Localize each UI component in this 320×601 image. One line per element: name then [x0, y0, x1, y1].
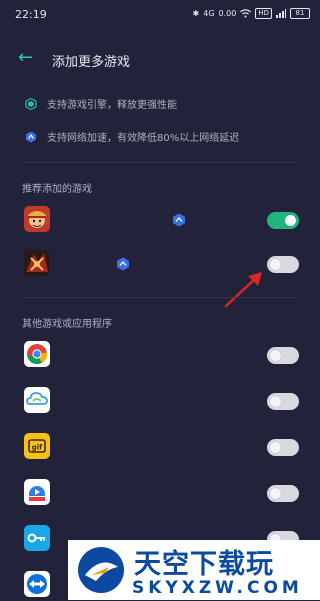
accelerate-icon: [25, 131, 37, 143]
section-recommended-title: 推荐添加的游戏: [22, 184, 92, 195]
hd-badge: HD: [255, 8, 272, 19]
engine-icon: [25, 97, 37, 110]
app-toggle[interactable]: [267, 347, 299, 364]
battery-icon: 81: [290, 8, 310, 19]
warrior-game-icon: [24, 250, 50, 276]
toggle-knob: [270, 442, 281, 453]
accelerate-badge-icon: [117, 257, 129, 271]
signal-icon: [276, 9, 286, 18]
bluetooth-icon: ✱: [192, 9, 200, 18]
toggle-knob: [270, 396, 281, 407]
app-toggle[interactable]: [267, 439, 299, 456]
status-icons: ✱ 4G 0.00 HD 81: [193, 8, 310, 19]
back-arrow-icon[interactable]: ←: [18, 48, 33, 68]
onepiece-game-icon: [24, 206, 50, 232]
site-watermark: 天空下载玩 SKYXZW.COM: [68, 540, 320, 600]
feature-engine: 支持游戏引擎，释放更强性能: [25, 96, 177, 111]
gif-app-icon: gif: [24, 433, 50, 459]
key-app-icon: [24, 525, 50, 551]
list-item-recommended[interactable]: [0, 202, 320, 236]
chrome-icon: [24, 341, 50, 367]
teamviewer-icon: [24, 571, 50, 597]
list-item-app[interactable]: [0, 475, 320, 509]
header: ← 添加更多游戏: [0, 46, 320, 72]
video-app-icon: [24, 479, 50, 505]
toggle-knob: [270, 350, 281, 361]
feature-text: 支持网络加速，有效降低80%以上网络延迟: [47, 133, 240, 144]
wifi-icon: [240, 9, 252, 18]
divider: [22, 162, 298, 163]
section-others-title: 其他游戏或应用程序: [22, 319, 112, 330]
feature-text: 支持游戏引擎，释放更强性能: [47, 100, 177, 111]
app-toggle[interactable]: [267, 256, 299, 273]
svg-text:gif: gif: [32, 444, 43, 452]
toggle-knob: [270, 488, 281, 499]
watermark-brand: 天空下载玩: [134, 549, 274, 580]
status-bar: 22:19 ✱ 4G 0.00 HD 81: [0, 0, 320, 30]
list-item-app[interactable]: gif: [0, 429, 320, 463]
app-toggle[interactable]: [267, 485, 299, 502]
app-toggle[interactable]: [267, 212, 299, 229]
list-item-recommended[interactable]: [0, 246, 320, 280]
page-title: 添加更多游戏: [52, 55, 131, 70]
list-item-app[interactable]: [0, 383, 320, 417]
toggle-knob: [285, 215, 296, 226]
network-label: 4G: [203, 9, 215, 18]
list-item-app[interactable]: [0, 337, 320, 371]
divider: [22, 297, 298, 298]
annotation-arrow-icon: [224, 272, 262, 308]
toggle-knob: [270, 259, 281, 270]
status-time: 22:19: [15, 8, 47, 21]
watermark-domain: SKYXZW.COM: [132, 578, 303, 598]
cloud-app-icon: [24, 387, 50, 413]
watermark-logo-icon: [78, 547, 124, 593]
speed-label: 0.00: [218, 9, 237, 18]
accelerate-badge-icon: [173, 213, 185, 227]
feature-accelerate: 支持网络加速，有效降低80%以上网络延迟: [25, 129, 239, 144]
app-toggle[interactable]: [267, 393, 299, 410]
